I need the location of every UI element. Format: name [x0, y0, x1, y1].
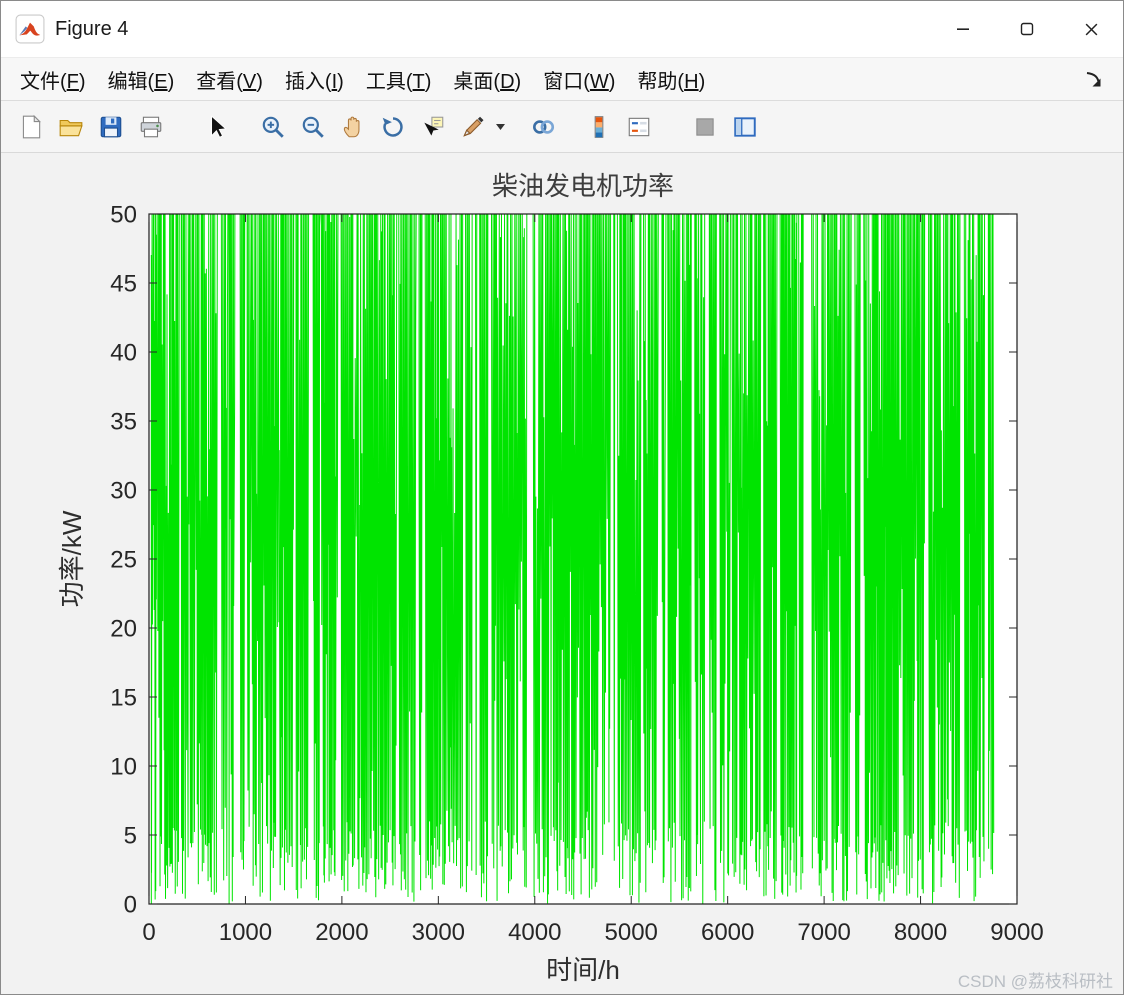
close-button[interactable]: [1059, 1, 1123, 57]
x-tick-label: 6000: [701, 919, 754, 946]
figure-window: Figure 4 文件(F) 编辑(E) 查看(V) 插入(I) 工具(T) 桌…: [0, 0, 1124, 995]
y-tick-label: 45: [110, 270, 137, 297]
data-cursor-icon: [424, 116, 444, 136]
figure-canvas: 0 1000 2000 3000 4000 5000 6000 7000 8000 9000 0 5 1…: [1, 153, 1123, 994]
link-plots-button[interactable]: [523, 107, 563, 147]
dock-figure-icon[interactable]: [1083, 69, 1103, 89]
chart-title: 柴油发电机功率: [492, 171, 674, 201]
y-tick-label: 20: [110, 615, 137, 642]
rotate-3d-icon: [382, 116, 403, 137]
new-figure-button[interactable]: [11, 107, 51, 147]
data-cursor-button[interactable]: [413, 107, 453, 147]
menu-view[interactable]: 查看(V): [185, 60, 274, 99]
x-tick-label: 5000: [605, 919, 658, 946]
x-axis-label: 时间/h: [546, 955, 620, 985]
save-figure-icon: [100, 116, 122, 137]
new-figure-icon: [22, 114, 41, 138]
pan-button[interactable]: [333, 107, 373, 147]
edit-pointer-icon: [211, 114, 227, 138]
brush-data-icon: [463, 116, 484, 137]
menu-desktop[interactable]: 桌面(D): [442, 60, 532, 99]
watermark: CSDN @荔枝科研社: [958, 972, 1113, 991]
save-figure-button[interactable]: [91, 107, 131, 147]
insert-colorbar-icon: [594, 115, 604, 138]
x-tick-label: 0: [142, 919, 155, 946]
print-figure-icon: [140, 116, 162, 137]
zoom-out-button[interactable]: [293, 107, 333, 147]
x-tick-label: 3000: [412, 919, 465, 946]
y-tick-label: 10: [110, 753, 137, 780]
maximize-icon: [1020, 22, 1034, 36]
rotate-3d-button[interactable]: [373, 107, 413, 147]
x-tick-label: 8000: [894, 919, 947, 946]
brush-data-button[interactable]: [453, 107, 493, 147]
window-title: Figure 4: [55, 17, 129, 40]
hide-plot-tools-icon: [696, 117, 714, 136]
link-plots-icon: [533, 119, 555, 134]
hide-plot-tools-button[interactable]: [685, 107, 725, 147]
x-tick-label: 4000: [508, 919, 561, 946]
menu-window[interactable]: 窗口(W): [532, 60, 626, 99]
x-tick-label: 7000: [797, 919, 850, 946]
chart-svg: 0 1000 2000 3000 4000 5000 6000 7000 8000 9000 0 5 1…: [57, 171, 1113, 991]
open-file-icon: [59, 119, 83, 136]
menu-help[interactable]: 帮助(H): [626, 60, 716, 99]
close-icon: [1085, 23, 1097, 35]
minimize-button[interactable]: [931, 1, 995, 57]
insert-legend-button[interactable]: [619, 107, 659, 147]
show-plot-tools-dock-button[interactable]: [725, 107, 765, 147]
zoom-out-icon: [302, 116, 324, 138]
pan-icon: [343, 116, 360, 137]
zoom-in-button[interactable]: [253, 107, 293, 147]
minimize-icon: [957, 28, 969, 30]
maximize-button[interactable]: [995, 1, 1059, 57]
menu-tools[interactable]: 工具(T): [355, 60, 443, 99]
menu-bar: 文件(F) 编辑(E) 查看(V) 插入(I) 工具(T) 桌面(D) 窗口(W…: [1, 57, 1123, 101]
x-tick-label: 9000: [990, 919, 1043, 946]
menu-edit[interactable]: 编辑(E): [97, 60, 186, 99]
y-tick-label: 15: [110, 684, 137, 711]
brush-dropdown-button[interactable]: [493, 107, 507, 147]
x-tick-label: 2000: [315, 919, 368, 946]
zoom-in-icon: [262, 116, 284, 138]
y-tick-label: 0: [124, 891, 137, 918]
menu-file[interactable]: 文件(F): [9, 60, 97, 99]
open-file-button[interactable]: [51, 107, 91, 147]
insert-colorbar-button[interactable]: [579, 107, 619, 147]
brush-dropdown-icon: [495, 123, 505, 130]
title-bar: Figure 4: [1, 1, 1123, 57]
window-controls: [931, 1, 1123, 57]
y-tick-label: 25: [110, 546, 137, 573]
y-tick-label: 30: [110, 477, 137, 504]
y-tick-label: 5: [124, 822, 137, 849]
matlab-logo-icon: [15, 14, 45, 44]
print-figure-button[interactable]: [131, 107, 171, 147]
y-axis-label: 功率/kW: [57, 510, 87, 607]
show-plot-tools-dock-icon: [734, 116, 756, 137]
edit-pointer-button[interactable]: [197, 107, 237, 147]
x-tick-label: 1000: [219, 919, 272, 946]
toolbar: [1, 101, 1123, 153]
y-tick-label: 50: [110, 201, 137, 228]
insert-legend-icon: [628, 117, 650, 136]
y-tick-label: 40: [110, 339, 137, 366]
y-tick-label: 35: [110, 408, 137, 435]
menu-insert[interactable]: 插入(I): [274, 60, 355, 99]
